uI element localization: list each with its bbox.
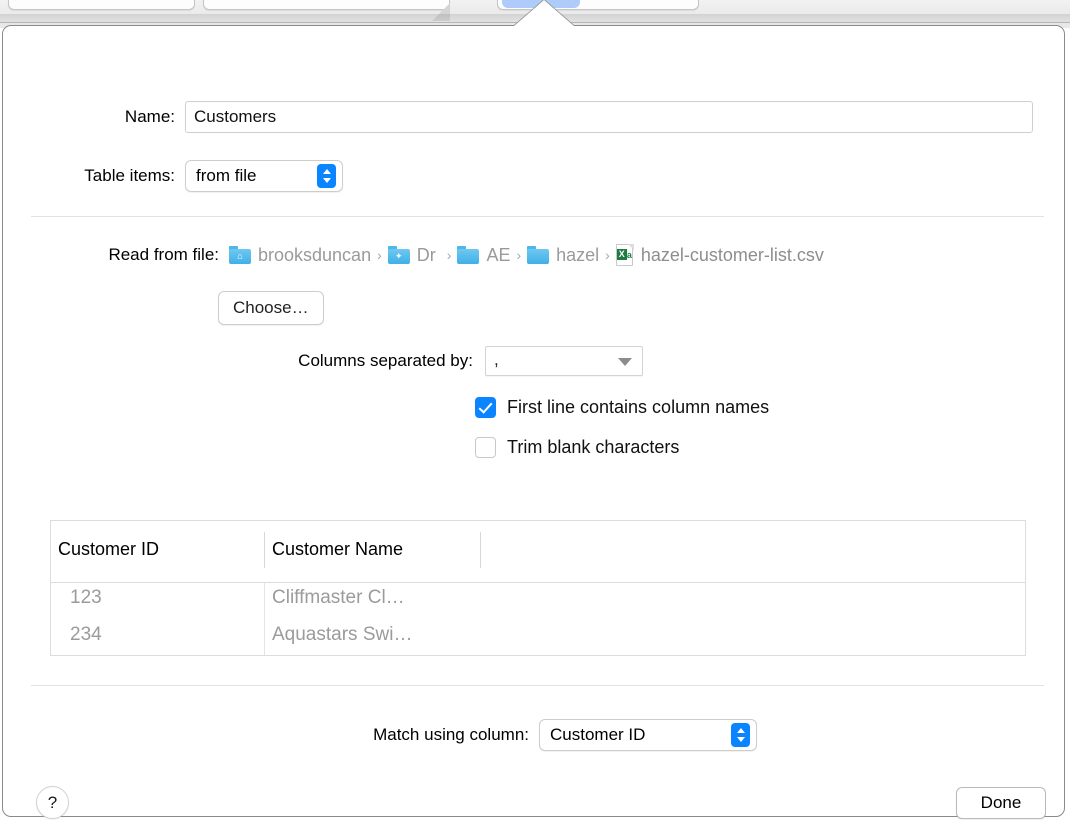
breadcrumb-label: AE (486, 244, 511, 265)
csv-preview-table[interactable]: Customer ID Customer Name 123 Cliffmaste… (50, 520, 1026, 656)
column-header-customer-id[interactable]: Customer ID (58, 539, 159, 560)
chevron-down-icon (618, 358, 632, 366)
table-items-popup-button[interactable]: from file (185, 160, 343, 192)
breadcrumb-separator-icon: › (516, 247, 522, 263)
columns-separator-combobox[interactable]: , (485, 346, 643, 376)
breadcrumb-label: Dr (416, 244, 436, 265)
breadcrumb-separator-icon: › (446, 247, 452, 263)
checkbox-checked-icon[interactable] (475, 397, 496, 418)
breadcrumb-label: brooksduncan (258, 244, 372, 265)
background-toolbar-tile-1 (8, 0, 195, 10)
table-items-row: Table items: from file (35, 160, 343, 192)
name-row: Name: (91, 101, 1033, 133)
match-using-column-selected-value: Customer ID (550, 725, 646, 744)
breadcrumb[interactable]: ⌂ brooksduncan › ✦ Dr › AE › hazel › X a… (229, 244, 824, 266)
table-row[interactable]: 234 Aquastars Swi… (51, 620, 1025, 655)
name-label: Name: (124, 107, 175, 126)
breadcrumb-separator-icon: › (605, 247, 610, 263)
breadcrumb-item-ab[interactable]: AE (457, 245, 510, 266)
background-toolbar-tile-2 (203, 0, 450, 10)
table-row[interactable]: 123 Cliffmaster Cl… (51, 583, 1025, 620)
trim-blank-checkbox-label: Trim blank characters (507, 437, 680, 457)
columns-separated-by-label: Columns separated by: (298, 351, 473, 370)
table-items-selected-value: from file (196, 166, 257, 185)
breadcrumb-label: hazel (556, 244, 600, 265)
column-header-customer-name[interactable]: Customer Name (272, 539, 403, 560)
first-line-checkbox-label: First line contains column names (507, 397, 770, 417)
match-using-column-label: Match using column: (373, 725, 529, 744)
table-header-row: Customer ID Customer Name (51, 521, 1025, 583)
chevron-updown-icon (317, 164, 336, 188)
column-divider[interactable] (480, 532, 481, 568)
breadcrumb-label: hazel-customer-list.csv (640, 244, 824, 265)
breadcrumb-separator-icon: › (377, 247, 382, 263)
csv-file-icon: Xa (615, 244, 634, 266)
checkbox-unchecked-icon[interactable] (475, 437, 496, 458)
done-button[interactable]: Done (956, 787, 1046, 819)
breadcrumb-item-brooksduncan[interactable]: ⌂ brooksduncan (229, 245, 371, 266)
cell-customer-name: Cliffmaster Cl… (272, 587, 405, 608)
first-line-checkbox-row[interactable]: First line contains column names (475, 397, 769, 418)
cell-customer-id: 123 (70, 587, 102, 608)
match-using-column-row: Match using column: Customer ID (307, 719, 757, 751)
folder-dropbox-icon: ✦ (387, 246, 410, 264)
breadcrumb-item-dropbox[interactable]: ✦ Dr (387, 244, 441, 266)
choose-button[interactable]: Choose… (218, 291, 324, 325)
table-settings-popover: Name: Table items: from file Read from f… (2, 25, 1065, 819)
separator-top (31, 216, 1044, 217)
folder-icon (457, 246, 480, 264)
folder-home-icon: ⌂ (229, 246, 251, 264)
separator-bottom (31, 685, 1044, 686)
name-input[interactable] (185, 101, 1033, 133)
trim-blank-checkbox-row[interactable]: Trim blank characters (475, 437, 679, 458)
read-from-file-row: Read from file: ⌂ brooksduncan › ✦ Dr › (51, 244, 824, 266)
table-body: 123 Cliffmaster Cl… 234 Aquastars Swi… (51, 583, 1025, 655)
table-items-label: Table items: (84, 166, 175, 185)
columns-separated-by-row: Columns separated by: , (217, 346, 643, 376)
help-button[interactable]: ? (36, 786, 69, 819)
match-using-column-popup-button[interactable]: Customer ID (539, 719, 757, 751)
read-from-file-label: Read from file: (108, 245, 219, 264)
column-divider[interactable] (264, 532, 265, 568)
breadcrumb-item-hazel[interactable]: hazel (527, 245, 599, 266)
cell-customer-name: Aquastars Swi… (272, 624, 413, 645)
cell-customer-id: 234 (70, 624, 102, 645)
popover-arrow (514, 0, 574, 26)
columns-separator-value: , (494, 350, 499, 369)
breadcrumb-item-csv-file[interactable]: Xa hazel-customer-list.csv (615, 244, 824, 266)
folder-icon (527, 246, 550, 264)
chevron-updown-icon (731, 723, 750, 747)
